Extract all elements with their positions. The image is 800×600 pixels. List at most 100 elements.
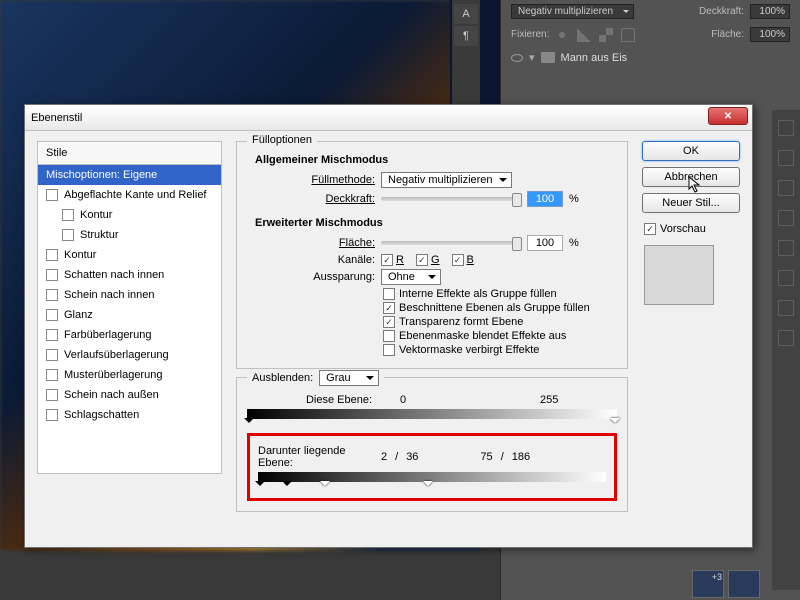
fill-opacity-label: Fläche: [247, 237, 375, 249]
style-pattern-overlay[interactable]: Musterüberlagerung [38, 365, 221, 385]
panel-icon[interactable] [778, 150, 794, 166]
layer-mask-hides-checkbox[interactable] [383, 330, 395, 342]
slider-handle[interactable] [320, 481, 330, 491]
opacity-label: Deckkraft: [699, 6, 744, 17]
channel-r-checkbox[interactable] [381, 254, 393, 266]
under-low2: 36 [406, 451, 418, 463]
checkbox[interactable] [46, 369, 58, 381]
panel-icon[interactable] [778, 180, 794, 196]
knockout-label: Aussparung: [247, 271, 375, 283]
general-blend-title: Allgemeiner Mischmodus [255, 154, 617, 166]
this-high: 255 [540, 394, 558, 406]
style-inner-shadow[interactable]: Schatten nach innen [38, 265, 221, 285]
checkbox[interactable] [46, 309, 58, 321]
styles-list: Mischoptionen: Eigene Abgeflachte Kante … [37, 164, 222, 474]
style-gradient-overlay[interactable]: Verlaufsüberlagerung [38, 345, 221, 365]
type-panel-icon[interactable]: A [454, 4, 478, 24]
blend-if-dropdown[interactable]: Grau [319, 370, 379, 386]
style-satin[interactable]: Glanz [38, 305, 221, 325]
preview-swatch [644, 245, 714, 305]
panel-icon[interactable] [778, 120, 794, 136]
underlying-label: Darunter liegende Ebene: [258, 445, 375, 469]
checkbox[interactable] [46, 389, 58, 401]
blend-if-fieldset: Ausblenden: Grau Diese Ebene: 0 255 Daru… [236, 377, 628, 512]
style-inner-glow[interactable]: Schein nach innen [38, 285, 221, 305]
transparency-shapes-checkbox[interactable] [383, 316, 395, 328]
lock-brush-icon[interactable] [577, 28, 591, 42]
style-color-overlay[interactable]: Farbüberlagerung [38, 325, 221, 345]
style-drop-shadow[interactable]: Schlagschatten [38, 405, 221, 425]
ok-button[interactable]: OK [642, 141, 740, 161]
blend-mode-dropdown[interactable]: Negativ multiplizieren [511, 4, 634, 19]
opacity-input[interactable] [527, 191, 563, 207]
style-blending-options[interactable]: Mischoptionen: Eigene [38, 165, 221, 185]
paragraph-panel-icon[interactable]: ¶ [454, 26, 478, 46]
slider-handle[interactable] [244, 418, 254, 428]
fill-opacity-slider[interactable] [381, 241, 521, 245]
unit-label: % [569, 237, 579, 249]
panel-dock [772, 110, 800, 590]
blend-interior-checkbox[interactable] [383, 288, 395, 300]
channels-label: Kanäle: [247, 254, 375, 266]
layer-group-row[interactable]: ▾ Mann aus Eis [501, 46, 800, 69]
knockout-dropdown[interactable]: Ohne [381, 269, 441, 285]
lock-move-icon[interactable] [599, 28, 613, 42]
vector-mask-hides-checkbox[interactable] [383, 344, 395, 356]
layer-thumb[interactable]: +3 [692, 570, 724, 598]
this-low: 0 [378, 394, 428, 406]
blend-clipped-checkbox[interactable] [383, 302, 395, 314]
style-texture[interactable]: Struktur [38, 225, 221, 245]
chevron-down-icon[interactable]: ▾ [529, 51, 535, 64]
underlying-gradient[interactable] [258, 472, 606, 482]
panel-icon[interactable] [778, 270, 794, 286]
under-high2: 186 [512, 451, 530, 463]
this-layer-label: Diese Ebene: [247, 394, 372, 406]
new-style-button[interactable]: Neuer Stil... [642, 193, 740, 213]
style-stroke[interactable]: Kontur [38, 245, 221, 265]
slider-handle[interactable] [423, 481, 433, 491]
channel-b-checkbox[interactable] [452, 254, 464, 266]
lock-label: Fixieren: [511, 29, 549, 40]
blend-mode-dropdown[interactable]: Negativ multiplizieren [381, 172, 512, 188]
panel-icon[interactable] [778, 210, 794, 226]
advanced-blend-title: Erweiterter Mischmodus [255, 217, 617, 229]
slider-handle[interactable] [255, 481, 265, 491]
dialog-titlebar[interactable]: Ebenenstil ✕ [25, 105, 752, 131]
checkbox[interactable] [46, 289, 58, 301]
highlighted-region: Darunter liegende Ebene: 2 / 36 75 / 186 [247, 433, 617, 501]
preview-label: Vorschau [660, 223, 706, 235]
checkbox[interactable] [46, 409, 58, 421]
checkbox[interactable] [46, 349, 58, 361]
cancel-button[interactable]: Abbrechen [642, 167, 740, 187]
style-contour[interactable]: Kontur [38, 205, 221, 225]
fill-opacity-input[interactable]: 100 [527, 235, 563, 251]
checkbox[interactable] [46, 329, 58, 341]
layer-thumb[interactable] [728, 570, 760, 598]
unit-label: % [569, 193, 579, 205]
slider-handle[interactable] [610, 418, 620, 428]
style-bevel[interactable]: Abgeflachte Kante und Relief [38, 185, 221, 205]
under-high1: 75 [480, 451, 492, 463]
this-layer-gradient[interactable] [247, 409, 617, 419]
panel-icon[interactable] [778, 300, 794, 316]
checkbox[interactable] [62, 209, 74, 221]
panel-icon[interactable] [778, 240, 794, 256]
lock-all-icon[interactable] [621, 28, 635, 42]
slider-handle[interactable] [282, 481, 292, 491]
dialog-title: Ebenenstil [31, 112, 82, 124]
checkbox[interactable] [46, 189, 58, 201]
style-outer-glow[interactable]: Schein nach außen [38, 385, 221, 405]
fill-value[interactable]: 100% [750, 27, 790, 42]
checkbox[interactable] [46, 269, 58, 281]
preview-checkbox[interactable] [644, 223, 656, 235]
checkbox[interactable] [62, 229, 74, 241]
channel-g-checkbox[interactable] [416, 254, 428, 266]
close-button[interactable]: ✕ [708, 107, 748, 125]
opacity-value[interactable]: 100% [750, 4, 790, 19]
visibility-icon[interactable] [511, 54, 523, 62]
lock-transparency-icon[interactable] [555, 28, 569, 42]
opacity-label: Deckkraft: [247, 193, 375, 205]
panel-icon[interactable] [778, 330, 794, 346]
opacity-slider[interactable] [381, 197, 521, 201]
checkbox[interactable] [46, 249, 58, 261]
